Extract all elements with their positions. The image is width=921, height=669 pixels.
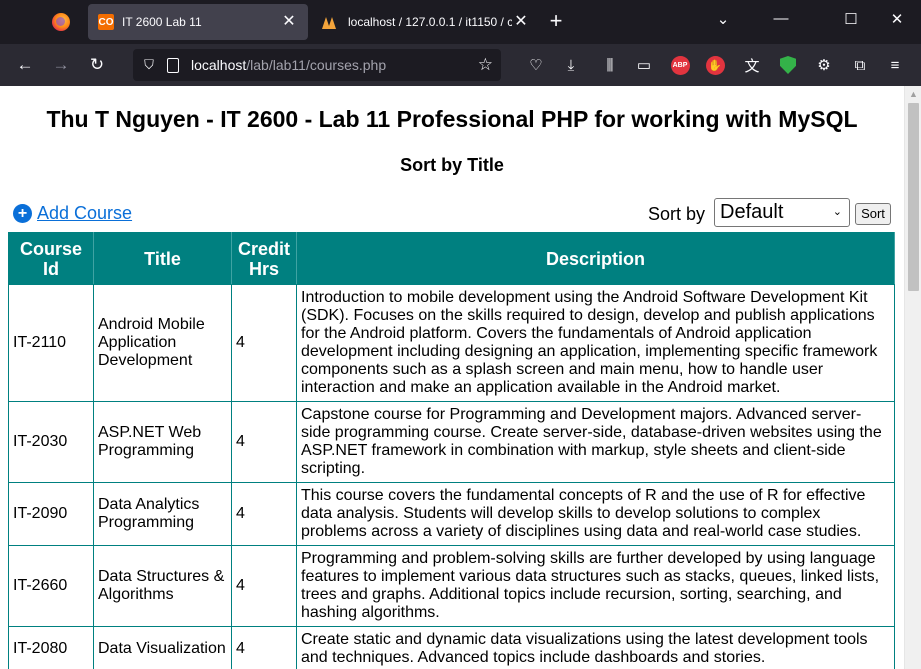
- back-arrow-icon[interactable]: ←: [13, 53, 37, 77]
- cell-credit-hrs: 4: [231, 284, 297, 402]
- library-icon[interactable]: ⫼: [598, 53, 622, 77]
- scroll-up-arrow-icon[interactable]: ▲: [905, 86, 921, 103]
- plus-circle-icon: +: [13, 204, 32, 223]
- header-title: Title: [93, 232, 232, 285]
- cell-description: Create static and dynamic data visualiza…: [296, 626, 895, 669]
- page-content: Thu T Nguyen - IT 2600 - Lab 11 Professi…: [0, 86, 904, 669]
- cell-description: Capstone course for Programming and Deve…: [296, 401, 895, 483]
- header-credit-hrs: Credit Hrs: [231, 232, 297, 285]
- vertical-scrollbar[interactable]: ▲: [904, 86, 921, 669]
- table-row: IT-2110 Android Mobile Application Devel…: [8, 284, 895, 402]
- cell-title: Data Visualization: [93, 626, 232, 669]
- abp-badge: ABP: [670, 55, 690, 75]
- hamburger-menu-icon[interactable]: ≡: [883, 53, 907, 77]
- sort-button[interactable]: Sort: [855, 203, 891, 225]
- url-host: localhost: [191, 57, 247, 73]
- cell-credit-hrs: 4: [231, 401, 297, 483]
- tab-bar: CO IT 2600 Lab 11 ✕ localhost / 127.0.0.…: [0, 0, 921, 44]
- reload-icon[interactable]: ↻: [85, 53, 109, 77]
- translate-icon[interactable]: 文: [740, 53, 764, 77]
- firefox-view-button[interactable]: [40, 6, 82, 38]
- firefox-icon: [52, 13, 70, 31]
- tab-list-icon[interactable]: ⌄: [708, 10, 738, 28]
- pocket-icon[interactable]: ♡: [524, 53, 548, 77]
- scrollbar-thumb[interactable]: [908, 103, 919, 291]
- cell-course-id: IT-2080: [8, 626, 94, 669]
- browser-window: CO IT 2600 Lab 11 ✕ localhost / 127.0.0.…: [0, 0, 921, 669]
- download-icon[interactable]: ⤓: [559, 53, 583, 77]
- table-row: IT-2090 Data Analytics Programming 4 Thi…: [8, 482, 895, 546]
- add-course-link[interactable]: + Add Course: [13, 203, 132, 224]
- cell-course-id: IT-2110: [8, 284, 94, 402]
- tab-title: localhost / 127.0.0.1 / it1150 / cc: [348, 15, 512, 29]
- sort-selected-value: Default: [720, 201, 784, 223]
- header-course-id: Course Id: [8, 232, 94, 285]
- url-path: /lab/lab11/courses.php: [246, 57, 387, 73]
- cell-course-id: IT-2030: [8, 401, 94, 483]
- adblock-plus-icon[interactable]: ABP: [668, 53, 692, 77]
- cell-credit-hrs: 4: [231, 626, 297, 669]
- nav-bar: ← → ↻ ⛉ localhost/lab/lab11/courses.php …: [0, 44, 921, 86]
- table-header-row: Course Id Title Credit Hrs Description: [8, 232, 895, 285]
- privacy-shield-icon[interactable]: [776, 53, 800, 77]
- url-bar[interactable]: ⛉ localhost/lab/lab11/courses.php ☆: [133, 49, 501, 81]
- reader-sidebar-icon[interactable]: ▭: [632, 53, 656, 77]
- maximize-icon[interactable]: ☐: [836, 10, 866, 28]
- tab-close-icon[interactable]: ✕: [280, 14, 298, 30]
- sort-by-label: Sort by: [648, 204, 706, 224]
- tab-close-icon[interactable]: ✕: [512, 14, 530, 30]
- cell-credit-hrs: 4: [231, 545, 297, 627]
- table-row: IT-2030 ASP.NET Web Programming 4 Capsto…: [8, 401, 895, 483]
- table-row: IT-2660 Data Structures & Algorithms 4 P…: [8, 545, 895, 627]
- cell-course-id: IT-2660: [8, 545, 94, 627]
- shield-green-badge: [780, 56, 796, 74]
- phpmyadmin-icon: [322, 15, 340, 29]
- tab-active[interactable]: CO IT 2600 Lab 11 ✕: [88, 4, 308, 40]
- tracking-shield-icon[interactable]: ⛉: [141, 57, 157, 73]
- cell-title: ASP.NET Web Programming: [93, 401, 232, 483]
- add-course-label[interactable]: Add Course: [37, 203, 132, 224]
- cell-title: Data Analytics Programming: [93, 482, 232, 546]
- cell-course-id: IT-2090: [8, 482, 94, 546]
- codeigniter-icon: CO: [98, 14, 114, 30]
- cell-credit-hrs: 4: [231, 482, 297, 546]
- cell-description: This course covers the fundamental conce…: [296, 482, 895, 546]
- page-viewport: Thu T Nguyen - IT 2600 - Lab 11 Professi…: [0, 86, 921, 669]
- chevron-down-icon: ⌄: [832, 206, 842, 218]
- page-info-icon[interactable]: [167, 57, 179, 73]
- settings-gear-icon[interactable]: ⚙: [812, 53, 836, 77]
- header-description: Description: [296, 232, 895, 285]
- bookmark-star-icon[interactable]: ☆: [478, 55, 493, 75]
- minimize-icon[interactable]: —: [766, 10, 796, 27]
- courses-table: Course Id Title Credit Hrs Description I…: [8, 232, 895, 669]
- url-text[interactable]: localhost/lab/lab11/courses.php: [191, 57, 386, 73]
- new-tab-button[interactable]: +: [544, 10, 568, 32]
- page-title: Thu T Nguyen - IT 2600 - Lab 11 Professi…: [46, 106, 858, 132]
- tab-phpmyadmin[interactable]: localhost / 127.0.0.1 / it1150 / cc ✕: [314, 4, 538, 40]
- hand-badge: ✋: [705, 55, 725, 75]
- window-close-icon[interactable]: ✕: [882, 10, 912, 28]
- cell-description: Introduction to mobile development using…: [296, 284, 895, 402]
- extensions-puzzle-icon[interactable]: ⧉: [848, 53, 872, 77]
- cell-title: Android Mobile Application Development: [93, 284, 232, 402]
- sort-select[interactable]: Default ⌄: [714, 198, 850, 227]
- sort-heading: Sort by Title: [400, 155, 504, 175]
- cell-description: Programming and problem-solving skills a…: [296, 545, 895, 627]
- cell-title: Data Structures & Algorithms: [93, 545, 232, 627]
- tab-title: IT 2600 Lab 11: [122, 15, 202, 29]
- ublock-hand-icon[interactable]: ✋: [703, 53, 727, 77]
- table-row: IT-2080 Data Visualization 4 Create stat…: [8, 626, 895, 669]
- course-toolbar: + Add Course Sort by Default ⌄ Sort: [0, 198, 904, 232]
- forward-arrow-icon[interactable]: →: [49, 53, 73, 77]
